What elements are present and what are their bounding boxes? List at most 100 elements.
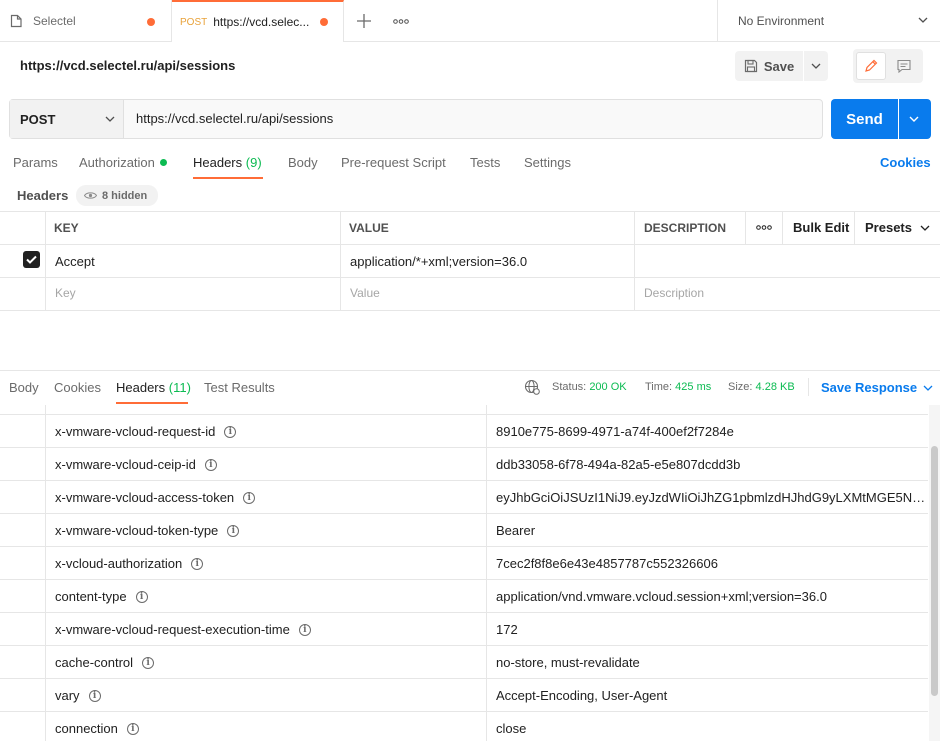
divider bbox=[0, 277, 940, 278]
tab-request-active[interactable]: POST https://vcd.selec... bbox=[172, 0, 344, 42]
response-header-value: ddb33058-6f78-494a-82a5-e5e807dcdd3b bbox=[496, 457, 741, 472]
more-options-icon[interactable] bbox=[756, 225, 772, 230]
tab-label: Selectel bbox=[33, 14, 76, 28]
response-tab-body[interactable]: Body bbox=[9, 380, 39, 395]
info-icon[interactable]: i bbox=[191, 557, 204, 570]
divider bbox=[0, 211, 940, 212]
table-row: cache-control i no-store, must-revalidate bbox=[0, 646, 928, 679]
new-value-input[interactable]: Value bbox=[350, 286, 380, 300]
header-enabled-checkbox[interactable] bbox=[23, 251, 40, 268]
save-response-button[interactable]: Save Response bbox=[821, 380, 933, 395]
table-row: vary i Accept-Encoding, User-Agent bbox=[0, 679, 928, 712]
header-value-cell[interactable]: application/*+xml;version=36.0 bbox=[350, 254, 527, 269]
divider bbox=[854, 211, 855, 244]
url-input[interactable]: https://vcd.selectel.ru/api/sessions bbox=[136, 111, 333, 126]
info-icon[interactable]: i bbox=[135, 590, 148, 603]
status-dot bbox=[159, 159, 167, 166]
method-label: POST bbox=[20, 111, 56, 127]
scrollbar-thumb[interactable] bbox=[931, 446, 938, 696]
edit-mode-button[interactable] bbox=[856, 52, 886, 80]
info-icon[interactable]: i bbox=[227, 524, 240, 537]
environment-selector[interactable]: No Environment bbox=[717, 0, 940, 42]
pencil-icon bbox=[865, 59, 878, 72]
tab-headers[interactable]: Headers (9) bbox=[193, 155, 262, 170]
table-row: x-vmware-vcloud-ceip-id i ddb33058-6f78-4… bbox=[0, 448, 928, 481]
tab-tests[interactable]: Tests bbox=[470, 155, 500, 170]
info-icon[interactable]: i bbox=[142, 656, 155, 669]
hidden-count: 8 hidden bbox=[102, 189, 148, 202]
column-header-value: VALUE bbox=[349, 221, 389, 235]
info-icon[interactable]: i bbox=[224, 425, 237, 438]
info-icon[interactable]: i bbox=[243, 491, 256, 504]
time-readout: Time: 425 ms bbox=[645, 381, 711, 393]
size-value: 4.28 KB bbox=[755, 381, 795, 393]
unsaved-dot bbox=[147, 18, 155, 26]
status-readout: Status: 200 OK bbox=[552, 381, 627, 393]
more-tabs-icon[interactable] bbox=[393, 19, 409, 24]
cookies-link[interactable]: Cookies bbox=[880, 155, 931, 170]
new-tab-plus-icon[interactable] bbox=[357, 14, 371, 28]
hidden-headers-toggle[interactable]: 8 hidden bbox=[76, 185, 158, 206]
table-row: content-type i application/vnd.vmware.vcl… bbox=[0, 580, 928, 613]
request-title: https://vcd.selectel.ru/api/sessions bbox=[20, 58, 236, 73]
response-header-value: close bbox=[496, 721, 527, 736]
send-button[interactable]: Send bbox=[831, 99, 898, 139]
info-icon[interactable]: i bbox=[126, 722, 139, 735]
table-row: x-vcloud-authorization i 7cec2f8f8e6e43e4… bbox=[0, 547, 928, 580]
response-header-value: 7cec2f8f8e6e43e4857787c552326606 bbox=[496, 556, 718, 571]
response-header-value: Accept-Encoding, User-Agent bbox=[496, 688, 668, 703]
presets-dropdown[interactable]: Presets bbox=[865, 220, 930, 235]
response-tab-test-results[interactable]: Test Results bbox=[204, 380, 275, 395]
response-header-key: connection bbox=[55, 721, 118, 736]
response-header-key: vary bbox=[55, 688, 80, 703]
headers-section-label: Headers bbox=[17, 188, 69, 203]
headers-count: (9) bbox=[245, 155, 262, 170]
method-select[interactable]: POST bbox=[10, 100, 124, 138]
save-button[interactable]: Save bbox=[735, 51, 803, 81]
response-header-key: x-vmware-vcloud-ceip-id bbox=[55, 457, 196, 472]
response-tab-cookies[interactable]: Cookies bbox=[54, 380, 101, 395]
tab-body[interactable]: Body bbox=[288, 155, 318, 170]
send-dropdown-button[interactable] bbox=[899, 99, 931, 139]
table-row: x-vmware-vcloud-request-id i 8910e775-869… bbox=[0, 415, 928, 448]
header-key-cell[interactable]: Accept bbox=[55, 254, 95, 269]
divider bbox=[45, 211, 46, 310]
info-icon[interactable]: i bbox=[88, 689, 101, 702]
table-row: connection i close bbox=[0, 712, 928, 741]
tab-label: https://vcd.selec... bbox=[213, 15, 310, 29]
save-label: Save bbox=[763, 58, 795, 74]
save-dropdown-button[interactable] bbox=[804, 51, 828, 81]
save-response-label: Save Response bbox=[821, 380, 918, 395]
response-header-key: x-vmware-vcloud-access-token bbox=[55, 490, 235, 505]
info-icon[interactable]: i bbox=[298, 623, 311, 636]
response-header-key: x-vmware-vcloud-token-type bbox=[55, 523, 219, 538]
save-icon bbox=[744, 59, 758, 73]
chevron-down-icon bbox=[918, 15, 928, 25]
tab-settings[interactable]: Settings bbox=[524, 155, 571, 170]
time-value: 425 ms bbox=[675, 381, 712, 393]
response-header-value: 8910e775-8699-4971-a74f-400ef2f7284e bbox=[496, 424, 734, 439]
tab-authorization[interactable]: Authorization bbox=[79, 155, 167, 170]
tab-prerequest-script[interactable]: Pre-request Script bbox=[341, 155, 446, 170]
tab-params[interactable]: Params bbox=[13, 155, 58, 170]
globe-icon[interactable] bbox=[524, 379, 540, 395]
comments-button[interactable] bbox=[889, 52, 919, 80]
response-header-value: Bearer bbox=[496, 523, 536, 538]
response-headers-count: (11) bbox=[168, 380, 191, 395]
status-label: Status: bbox=[552, 381, 587, 393]
response-header-value: 172 bbox=[496, 622, 518, 637]
response-divider bbox=[0, 370, 940, 371]
response-header-key: x-vmware-vcloud-request-id bbox=[55, 424, 216, 439]
new-key-input[interactable]: Key bbox=[55, 286, 76, 300]
new-description-input[interactable]: Description bbox=[644, 286, 704, 300]
response-tab-headers-label: Headers bbox=[116, 380, 166, 395]
bulk-edit-button[interactable]: Bulk Edit bbox=[793, 220, 849, 235]
time-label: Time: bbox=[645, 381, 673, 393]
info-icon[interactable]: i bbox=[204, 458, 217, 471]
divider bbox=[340, 211, 341, 310]
check-icon bbox=[26, 255, 37, 264]
active-tab-indicator bbox=[193, 177, 263, 179]
response-tab-headers[interactable]: Headers (11) bbox=[116, 380, 191, 395]
presets-label: Presets bbox=[865, 220, 912, 235]
tab-selectel[interactable]: Selectel bbox=[0, 0, 172, 42]
